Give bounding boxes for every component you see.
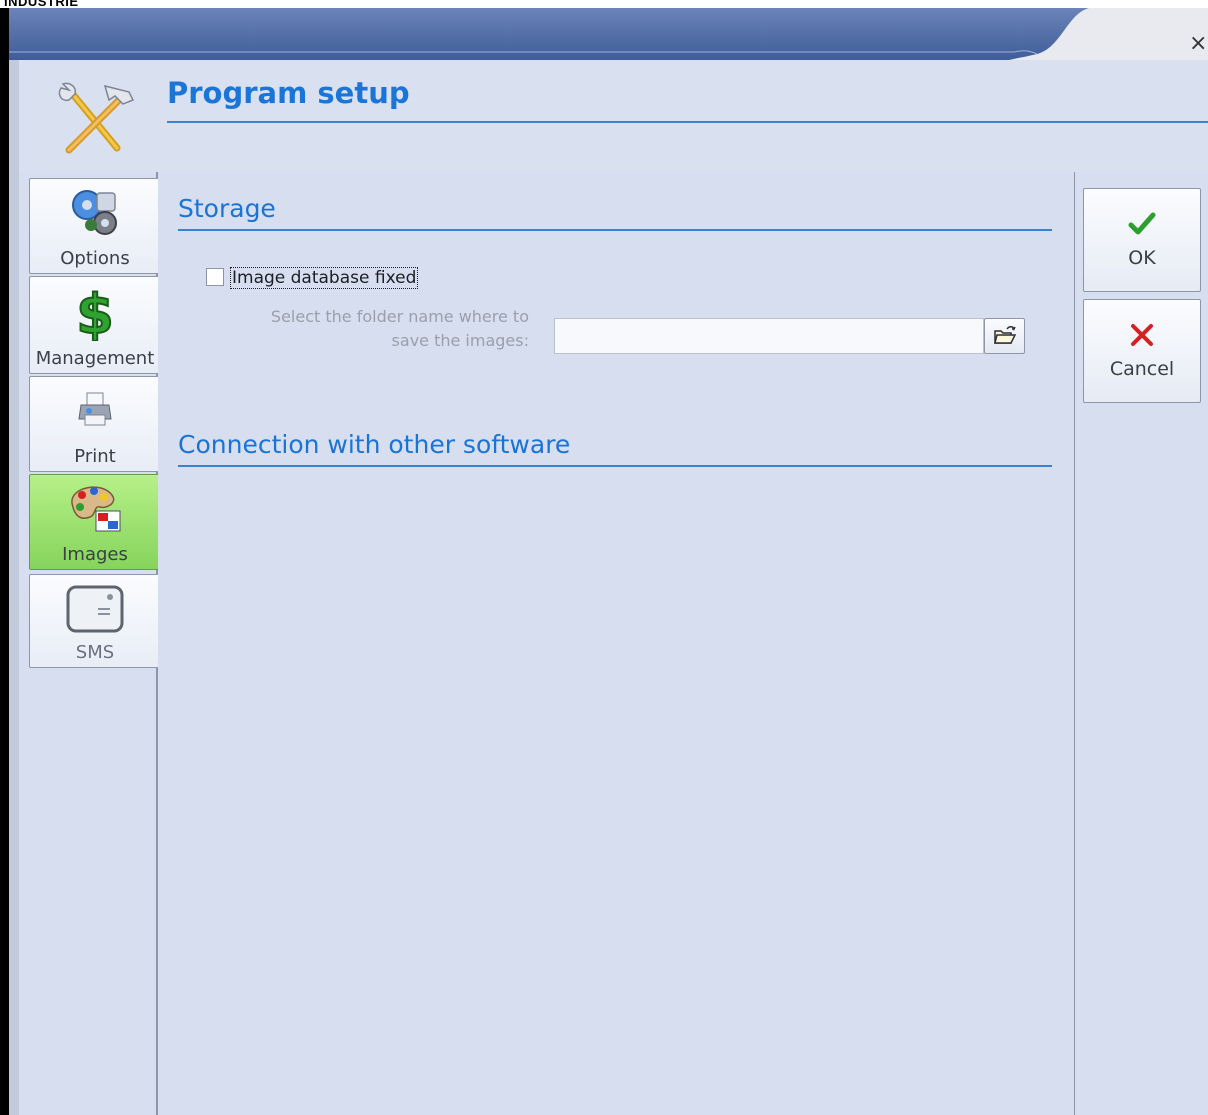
title-bar-gradient	[9, 8, 1089, 60]
open-folder-icon	[994, 326, 1017, 344]
folder-label-line-2: save the images:	[391, 331, 529, 350]
program-setup-window: INDUSTRIE × Program setup Options $ Mana…	[0, 0, 1208, 1115]
ok-label: OK	[1128, 247, 1156, 269]
sidebar-item-management[interactable]: $ Management	[29, 276, 161, 374]
cancel-button[interactable]: Cancel	[1083, 299, 1201, 403]
checkmark-icon	[1128, 212, 1156, 235]
red-x-icon	[1131, 324, 1153, 346]
sidebar-item-sms[interactable]: SMS	[29, 574, 161, 668]
sms-device-icon	[66, 585, 124, 633]
dollar-icon: $	[75, 283, 115, 341]
ok-button[interactable]: OK	[1083, 188, 1201, 292]
browse-folder-button[interactable]	[984, 318, 1025, 354]
close-button[interactable]: ×	[1189, 33, 1207, 55]
options-gears-icon	[72, 190, 117, 235]
section-title-connection: Connection with other software	[178, 430, 571, 459]
main-panel: Storage Image database fixed Select the …	[158, 172, 1074, 1115]
header-divider	[167, 121, 1208, 123]
sidebar: Options $ Management Print Images SMS	[9, 172, 161, 1115]
tools-icon	[58, 82, 135, 154]
section-title-storage: Storage	[178, 194, 276, 223]
checkbox-box[interactable]	[206, 268, 224, 286]
section-divider	[178, 229, 1052, 231]
folder-field-label: Select the folder name where to save the…	[236, 305, 529, 353]
printer-icon	[78, 392, 112, 426]
window-left-border	[0, 8, 9, 1115]
sidebar-item-print[interactable]: Print	[29, 376, 161, 472]
action-panel: OK Cancel	[1074, 172, 1208, 1115]
cancel-label: Cancel	[1109, 358, 1175, 380]
sidebar-item-images[interactable]: Images	[29, 474, 161, 570]
page-title: Program setup	[167, 76, 410, 110]
sidebar-item-options[interactable]: Options	[29, 178, 161, 274]
sidebar-item-label: Images	[62, 544, 128, 565]
sidebar-item-label: Management	[35, 348, 155, 369]
sidebar-item-label: Options	[60, 248, 130, 269]
sidebar-item-label: Print	[74, 446, 116, 467]
folder-path-input[interactable]	[554, 318, 984, 354]
sidebar-item-label: SMS	[75, 642, 115, 663]
folder-label-line-1: Select the folder name where to	[270, 307, 529, 326]
svg-text:$: $	[76, 283, 114, 341]
section-divider	[178, 465, 1052, 467]
title-bar[interactable]: ×	[9, 8, 1208, 60]
palette-icon	[71, 486, 121, 532]
header: Program setup	[9, 60, 1208, 172]
checkbox-label[interactable]: Image database fixed	[230, 267, 419, 289]
